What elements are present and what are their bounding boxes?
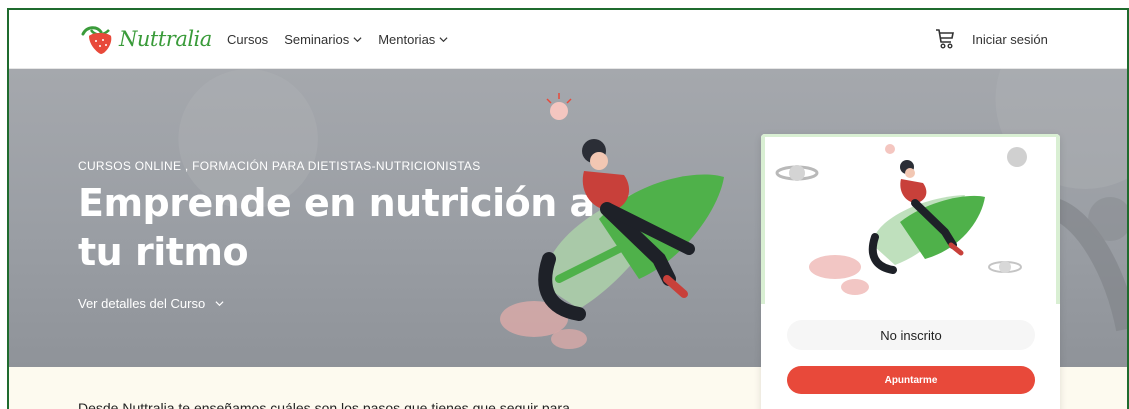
nav-item-label: Seminarios	[284, 32, 350, 47]
chevron-down-icon	[215, 301, 224, 307]
course-thumbnail-illustration	[775, 144, 1027, 295]
hero-eyebrow: CURSOS ONLINE , FORMACIÓN PARA DIETISTAS…	[78, 159, 481, 173]
nav-item-label: Mentorias	[378, 32, 436, 47]
chevron-down-icon	[439, 37, 448, 43]
nav-item-cursos[interactable]: Cursos	[227, 32, 268, 47]
nav-item-mentorias[interactable]: Mentorias	[378, 32, 448, 47]
course-details-label: Ver detalles del Curso	[78, 296, 206, 311]
course-intro-text: Desde Nuttralia te enseñamos cuáles son …	[78, 400, 570, 409]
page-frame: Nuttralia Cursos Seminarios Mentorias In…	[7, 8, 1129, 409]
main-nav: Cursos Seminarios Mentorias	[227, 10, 448, 69]
logo[interactable]: Nuttralia	[79, 20, 212, 58]
nav-item-label: Cursos	[227, 32, 269, 47]
logo-wordmark: Nuttralia	[119, 27, 212, 51]
nav-item-seminarios[interactable]: Seminarios	[284, 32, 362, 47]
login-link[interactable]: Iniciar sesión	[972, 10, 1048, 69]
site-header: Nuttralia Cursos Seminarios Mentorias In…	[9, 10, 1127, 69]
course-thumbnail	[761, 134, 1060, 304]
enroll-button[interactable]: Apuntarme	[787, 366, 1035, 394]
enrollment-status-badge: No inscrito	[787, 320, 1035, 350]
course-enroll-card: No inscrito Apuntarme	[761, 134, 1060, 409]
rocket-illustration	[500, 93, 724, 349]
cart-icon[interactable]	[935, 28, 955, 50]
strawberry-logo-icon	[81, 26, 112, 54]
chevron-down-icon	[353, 37, 362, 43]
course-details-toggle[interactable]: Ver detalles del Curso	[78, 296, 224, 311]
